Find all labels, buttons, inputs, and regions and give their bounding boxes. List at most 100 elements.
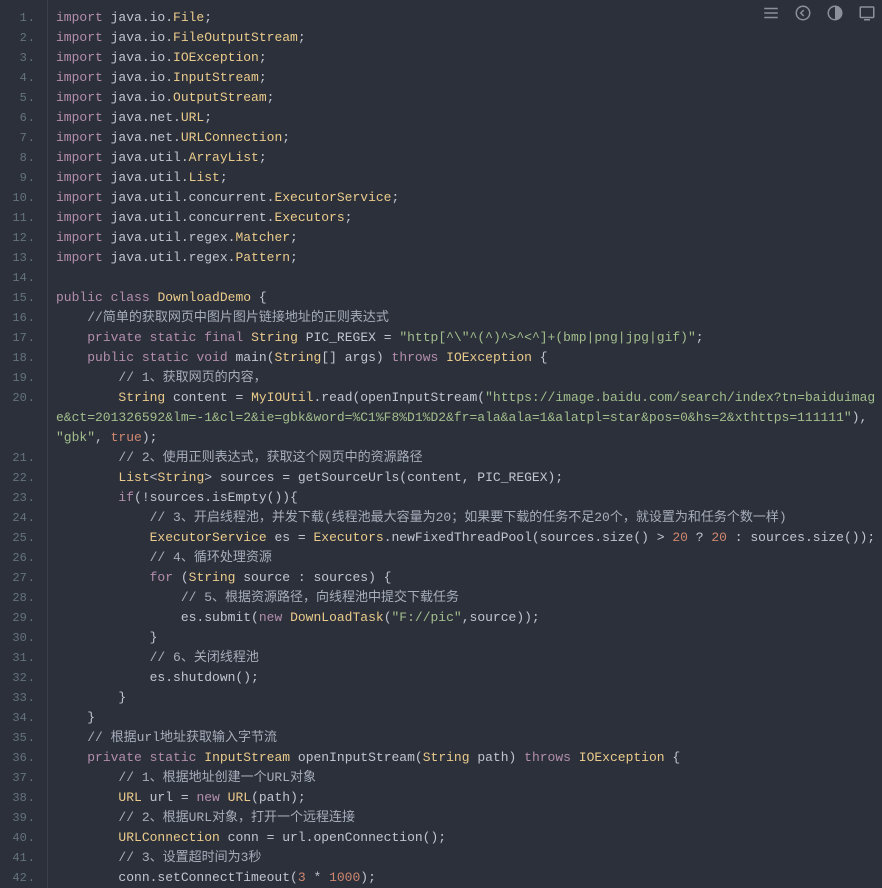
line-number: 13: [0, 248, 39, 268]
token-plain: ;: [391, 190, 399, 205]
token-plain: [282, 610, 290, 625]
token-plain: java.util.concurrent.: [103, 190, 275, 205]
token-type: URL: [181, 110, 204, 125]
line-number: 19: [0, 368, 39, 388]
token-plain: [56, 850, 118, 865]
token-str: "http[^\"^(^)^>^<^]+(bmp|png|jpg|gif)": [399, 330, 695, 345]
token-kw: import: [56, 170, 103, 185]
token-type: IOException: [446, 350, 532, 365]
line-number: 41: [0, 848, 39, 868]
line-number: 37: [0, 768, 39, 788]
token-type: URL: [228, 790, 251, 805]
token-plain: [56, 490, 118, 505]
token-kw: static: [142, 350, 189, 365]
code-line: import java.io.InputStream;: [56, 68, 882, 88]
code-area[interactable]: import java.io.File;import java.io.FileO…: [48, 0, 882, 888]
token-plain: .read(openInputStream(: [313, 390, 485, 405]
back-icon[interactable]: [794, 4, 812, 26]
code-line: import java.util.ArrayList;: [56, 148, 882, 168]
token-plain: [56, 510, 150, 525]
token-type: String: [118, 390, 165, 405]
token-str: "F://pic": [392, 610, 462, 625]
token-plain: [571, 750, 579, 765]
token-kw: final: [204, 330, 243, 345]
token-plain: java.util.regex.: [103, 230, 236, 245]
token-plain: source : sources) {: [235, 570, 391, 585]
token-plain: : sources.size());: [727, 530, 875, 545]
token-plain: [56, 810, 118, 825]
token-kw: import: [56, 110, 103, 125]
line-number: 35: [0, 728, 39, 748]
token-type: String: [275, 350, 322, 365]
token-plain: [56, 830, 118, 845]
token-bool: true: [111, 430, 142, 445]
line-number: 20: [0, 388, 39, 448]
line-number: 33: [0, 688, 39, 708]
token-plain: [56, 350, 87, 365]
token-plain: ;: [290, 250, 298, 265]
token-num: 1000: [329, 870, 360, 885]
code-line: import java.io.IOException;: [56, 48, 882, 68]
code-line: import java.io.OutputStream;: [56, 88, 882, 108]
token-plain: conn = url.openConnection();: [220, 830, 446, 845]
token-plain: [142, 330, 150, 345]
token-plain: .newFixedThreadPool(sources.size() >: [384, 530, 673, 545]
token-plain: ;: [259, 50, 267, 65]
token-kw: static: [150, 330, 197, 345]
token-kw: public: [56, 290, 103, 305]
line-number: 9: [0, 168, 39, 188]
line-number: 8: [0, 148, 39, 168]
token-kw: import: [56, 50, 103, 65]
token-plain: [56, 730, 87, 745]
editor-toolbar: [762, 4, 876, 26]
code-line: // 2、使用正则表达式，获取这个网页中的资源路径: [56, 448, 882, 468]
token-plain: (!sources.isEmpty()){: [134, 490, 298, 505]
token-plain: java.io.: [103, 30, 173, 45]
token-plain: [56, 310, 87, 325]
token-plain: url =: [142, 790, 197, 805]
code-line: import java.io.FileOutputStream;: [56, 28, 882, 48]
token-type: Executors: [313, 530, 383, 545]
token-kw: import: [56, 210, 103, 225]
contrast-icon[interactable]: [826, 4, 844, 26]
code-line: for (String source : sources) {: [56, 568, 882, 588]
line-gutter: 1234567891011121314151617181920212223242…: [0, 0, 48, 888]
code-line: import java.net.URL;: [56, 108, 882, 128]
token-plain: [243, 330, 251, 345]
token-num: 20: [672, 530, 688, 545]
token-plain: content =: [165, 390, 251, 405]
token-kw: import: [56, 250, 103, 265]
line-number: 3: [0, 48, 39, 68]
list-icon[interactable]: [762, 4, 780, 26]
token-plain: ;: [259, 150, 267, 165]
code-line: private static InputStream openInputStre…: [56, 748, 882, 768]
code-line: // 4、循环处理资源: [56, 548, 882, 568]
line-number: 22: [0, 468, 39, 488]
token-str: "gbk": [56, 430, 95, 445]
token-type: IOException: [173, 50, 259, 65]
code-line: import java.util.List;: [56, 168, 882, 188]
token-type: URLConnection: [181, 130, 282, 145]
token-type: ExecutorService: [150, 530, 267, 545]
token-type: Pattern: [235, 250, 290, 265]
line-number: 15: [0, 288, 39, 308]
token-type: String: [423, 750, 470, 765]
token-type: URL: [118, 790, 141, 805]
token-plain: }: [56, 710, 95, 725]
token-plain: ;: [282, 130, 290, 145]
token-cmt: // 2、根据URL对象，打开一个远程连接: [118, 810, 355, 825]
fullscreen-icon[interactable]: [858, 4, 876, 26]
token-kw: new: [259, 610, 282, 625]
token-kw: private: [87, 750, 142, 765]
token-plain: }: [56, 630, 157, 645]
code-line: // 根据url地址获取输入字节流: [56, 728, 882, 748]
token-kw: import: [56, 230, 103, 245]
token-kw: import: [56, 190, 103, 205]
token-cmt: // 1、获取网页的内容，: [118, 370, 266, 385]
token-kw: throws: [524, 750, 571, 765]
token-plain: (: [173, 570, 189, 585]
token-plain: ;: [259, 70, 267, 85]
line-number: 24: [0, 508, 39, 528]
token-plain: (path);: [251, 790, 306, 805]
token-plain: ;: [290, 230, 298, 245]
